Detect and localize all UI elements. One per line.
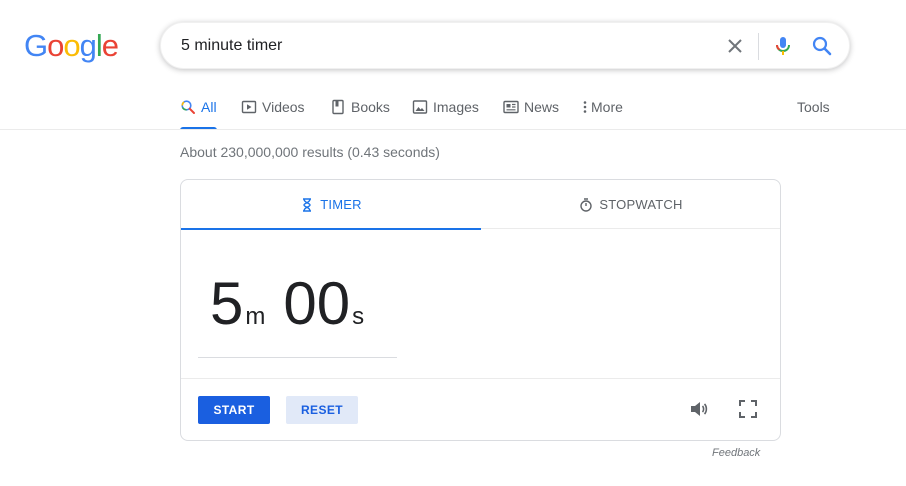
feedback-link[interactable]: Feedback <box>712 447 760 459</box>
tab-label: Images <box>433 99 479 115</box>
tab-stopwatch-label: STOPWATCH <box>599 197 683 212</box>
microphone-icon[interactable] <box>771 34 795 58</box>
tab-label: Videos <box>262 99 305 115</box>
logo-letter: g <box>79 28 97 63</box>
timer-minutes-unit: m <box>245 303 266 330</box>
search-box[interactable] <box>160 22 850 69</box>
video-icon <box>241 99 257 115</box>
tab-timer-label: TIMER <box>320 197 362 212</box>
volume-icon[interactable] <box>688 398 710 420</box>
header-divider <box>0 129 906 130</box>
fullscreen-icon[interactable] <box>737 398 759 420</box>
tab-all[interactable]: All <box>180 96 217 130</box>
start-button[interactable]: START <box>198 396 270 424</box>
timer-seconds-unit: s <box>352 303 365 330</box>
clear-icon[interactable] <box>723 34 747 58</box>
result-stats: About 230,000,000 results (0.43 seconds) <box>180 144 440 160</box>
more-vert-icon <box>582 99 588 115</box>
timer-display[interactable]: 5m 00s <box>210 274 364 334</box>
google-logo[interactable]: Google <box>24 28 119 64</box>
timer-minutes: 5 <box>210 270 244 337</box>
timer-seconds: 00 <box>283 270 351 337</box>
news-icon <box>503 99 519 115</box>
timer-footer-divider <box>181 378 780 379</box>
logo-letter: e <box>101 28 119 63</box>
tab-books[interactable]: Books <box>330 96 390 130</box>
tab-label: News <box>524 99 560 115</box>
timer-widget: TIMER STOPWATCH 5m 00s START RESET <box>180 179 781 441</box>
logo-letter: o <box>47 28 64 63</box>
tab-more[interactable]: More <box>582 96 623 130</box>
book-icon <box>330 99 346 115</box>
tab-label: More <box>591 99 623 115</box>
reset-button[interactable]: RESET <box>286 396 358 424</box>
stopwatch-icon <box>579 197 593 212</box>
hourglass-icon <box>300 197 314 212</box>
image-icon <box>412 99 428 115</box>
logo-letter: G <box>24 28 48 63</box>
tools-button[interactable]: Tools <box>797 96 830 118</box>
search-divider <box>758 33 759 60</box>
search-input[interactable] <box>181 23 721 68</box>
tab-videos[interactable]: Videos <box>241 96 305 130</box>
tab-news[interactable]: News <box>503 96 559 130</box>
tab-timer[interactable]: TIMER <box>181 180 481 230</box>
tab-label: Books <box>351 99 390 115</box>
timer-underline <box>198 357 397 358</box>
search-icon <box>180 99 196 115</box>
tab-label: All <box>201 99 217 115</box>
logo-letter: o <box>63 28 80 63</box>
timer-widget-tabs: TIMER STOPWATCH <box>181 180 780 230</box>
tab-stopwatch[interactable]: STOPWATCH <box>481 180 780 229</box>
tab-images[interactable]: Images <box>412 96 479 130</box>
search-icon[interactable] <box>810 34 834 58</box>
